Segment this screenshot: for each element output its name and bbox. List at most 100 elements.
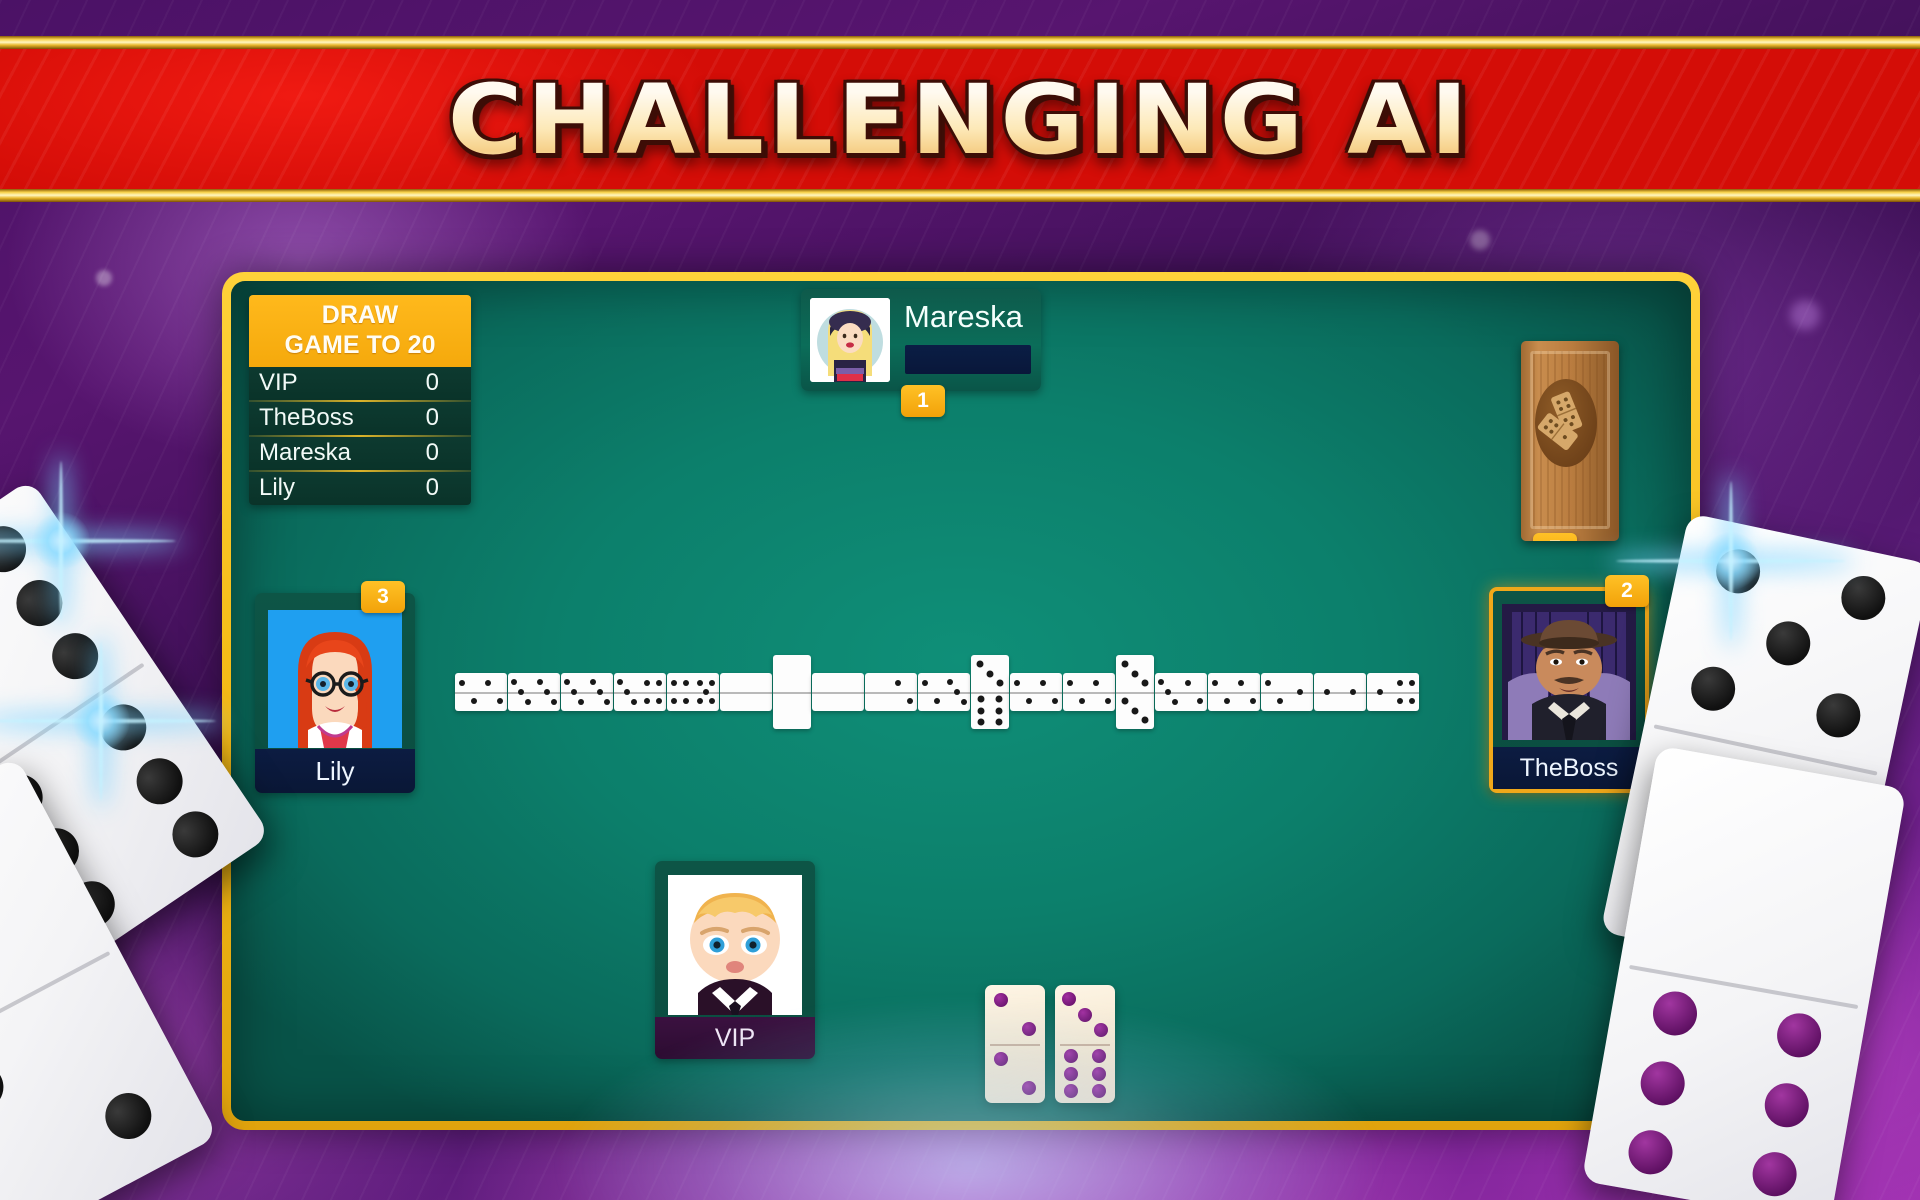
domino-pip xyxy=(1066,679,1073,686)
domino-half-a xyxy=(720,673,746,711)
domino-half-b xyxy=(481,673,507,711)
domino-pip xyxy=(995,695,1003,703)
domino-pip xyxy=(1141,716,1149,724)
domino-pip xyxy=(977,695,985,703)
domino-pip xyxy=(1396,679,1403,686)
banner-title: CHALLENGING AI xyxy=(0,50,1920,190)
tile-count-badge-lily: 3 xyxy=(361,581,405,613)
domino-pip xyxy=(590,679,597,686)
domino-half-b xyxy=(746,673,772,711)
domino-pip xyxy=(1121,697,1129,705)
domino-pip xyxy=(550,698,557,705)
chain-domino xyxy=(865,673,917,711)
domino-pip xyxy=(656,679,663,686)
domino-half-a xyxy=(561,673,587,711)
domino-pip xyxy=(1350,689,1356,695)
domino-pip xyxy=(1026,698,1033,705)
chain-domino xyxy=(561,673,613,711)
chain-domino xyxy=(918,673,970,711)
domino-pip xyxy=(603,698,610,705)
domino-half-a xyxy=(1116,655,1154,692)
domino-half-b xyxy=(640,673,666,711)
domino-pip xyxy=(577,698,584,705)
domino-pip xyxy=(1250,698,1257,705)
domino-pip xyxy=(617,679,624,686)
domino-pip xyxy=(670,679,677,686)
domino-half-b xyxy=(1393,673,1419,711)
domino-half-b xyxy=(587,673,613,711)
chain-domino xyxy=(614,673,666,711)
domino-half-a xyxy=(865,673,891,711)
domino-pip xyxy=(947,679,954,686)
domino-pip xyxy=(986,670,994,677)
tile-count-badge-theboss: 2 xyxy=(1605,575,1649,607)
domino-pip xyxy=(1409,679,1416,686)
domino-pip xyxy=(954,689,960,695)
domino-pip xyxy=(1079,698,1086,705)
domino-pip xyxy=(670,698,677,705)
domino-half-a xyxy=(667,673,693,711)
domino-pip xyxy=(894,679,901,686)
domino-pip xyxy=(1052,698,1059,705)
domino-pip xyxy=(1158,679,1165,686)
domino-pip xyxy=(518,689,524,695)
domino-pip xyxy=(1396,698,1403,705)
domino-pip xyxy=(571,689,577,695)
domino-pip xyxy=(1039,679,1046,686)
domino-pip xyxy=(537,679,544,686)
domino-pip xyxy=(511,679,518,686)
domino-pip xyxy=(995,707,1003,714)
domino-pip xyxy=(683,698,690,705)
game-table-felt: DRAW GAME TO 20 VIP 0 TheBoss 0 Mareska … xyxy=(231,281,1691,1121)
domino-half-bottom xyxy=(1582,963,1869,1200)
domino-pip xyxy=(1171,698,1178,705)
domino-half-b xyxy=(1234,673,1260,711)
domino-half-a xyxy=(1314,673,1340,711)
domino-pip xyxy=(996,679,1004,687)
domino-pip xyxy=(1165,689,1171,695)
domino-half-b xyxy=(1287,673,1313,711)
domino-pip xyxy=(977,718,985,726)
domino-half-b xyxy=(891,673,917,711)
domino-pip xyxy=(1131,670,1139,677)
domino-half-a xyxy=(1367,673,1393,711)
domino-pip xyxy=(703,689,709,695)
domino-pip xyxy=(921,679,928,686)
chain-domino xyxy=(1010,673,1062,711)
domino-half-b xyxy=(838,673,864,711)
chain-domino xyxy=(1208,673,1260,711)
domino-half-a xyxy=(1155,673,1181,711)
domino-pip xyxy=(1184,679,1191,686)
chain-domino xyxy=(812,673,864,711)
domino-pip xyxy=(709,679,716,686)
domino-half-b xyxy=(1181,673,1207,711)
domino-half-a xyxy=(1208,673,1234,711)
domino-pip xyxy=(597,689,603,695)
domino-pip xyxy=(995,718,1003,726)
domino-pip xyxy=(960,698,967,705)
domino-half-b xyxy=(944,673,970,711)
domino-pip xyxy=(976,660,984,668)
domino-half-b xyxy=(534,673,560,711)
domino-pip xyxy=(1324,689,1330,695)
domino-pip xyxy=(630,698,637,705)
domino-pip xyxy=(1409,698,1416,705)
domino-half-a xyxy=(1261,673,1287,711)
domino-half-b xyxy=(1116,692,1154,729)
domino-half-b xyxy=(1340,673,1366,711)
domino-pip xyxy=(643,698,650,705)
domino-pip xyxy=(696,698,703,705)
domino-pip xyxy=(907,698,914,705)
boneyard-count-badge: 7 xyxy=(1533,533,1577,541)
domino-pip xyxy=(1092,679,1099,686)
domino-pip xyxy=(1131,707,1139,714)
banner-trim-top xyxy=(0,36,1920,49)
banner-trim-bottom xyxy=(0,189,1920,202)
domino-pip xyxy=(471,698,478,705)
domino-pip xyxy=(524,698,531,705)
domino-half-b xyxy=(773,692,811,729)
chain-domino xyxy=(720,673,772,711)
domino-pip xyxy=(934,698,941,705)
domino-pip xyxy=(1224,698,1231,705)
domino-half-a xyxy=(1010,673,1036,711)
